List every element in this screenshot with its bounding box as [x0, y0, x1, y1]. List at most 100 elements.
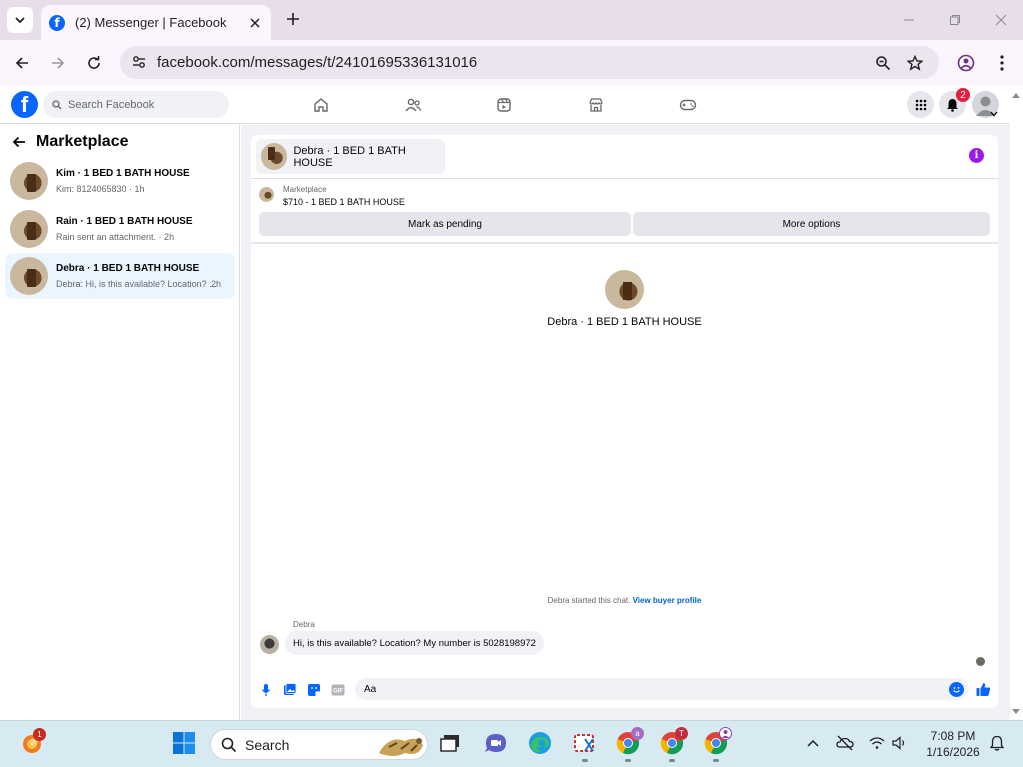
info-icon[interactable]: i — [969, 148, 984, 163]
marketplace-icon[interactable] — [583, 94, 609, 116]
conversation-name: Rain · 1 BED 1 BATH HOUSE — [56, 216, 193, 227]
facebook-search-input[interactable]: Search Facebook — [43, 91, 229, 118]
gaming-icon[interactable] — [675, 94, 701, 116]
tab-title: (2) Messenger | Facebook — [75, 15, 227, 30]
back-arrow-icon[interactable] — [12, 135, 26, 149]
conversation-item-rain[interactable]: Rain · 1 BED 1 BATH HOUSE Rain sent an a… — [5, 206, 235, 252]
contact-profile-name: Debra · 1 BED 1 BATH HOUSE — [547, 316, 702, 328]
browser-tab-active[interactable]: f (2) Messenger | Facebook — [41, 5, 271, 40]
conversation-item-debra[interactable]: Debra · 1 BED 1 BATH HOUSE Debra: Hi, is… — [5, 253, 235, 299]
conversation-name: Kim · 1 BED 1 BATH HOUSE — [56, 168, 190, 179]
edge-browser-icon[interactable] — [527, 730, 553, 756]
minimize-icon — [904, 19, 914, 21]
back-button[interactable] — [9, 50, 35, 76]
search-icon — [52, 99, 62, 109]
friends-icon[interactable] — [400, 94, 426, 116]
message-sender-name: Debra — [293, 620, 315, 629]
reload-icon — [88, 56, 100, 69]
gif-icon[interactable]: GIF — [330, 682, 345, 697]
account-chevron-icon — [990, 111, 998, 117]
more-options-button[interactable]: More options — [633, 212, 990, 236]
conversation-item-kim[interactable]: Kim · 1 BED 1 BATH HOUSE Kim: 8124065830… — [5, 158, 235, 204]
like-thumbs-up-icon[interactable] — [975, 681, 992, 698]
microphone-icon[interactable] — [258, 682, 273, 697]
plus-icon — [287, 13, 299, 25]
address-bar[interactable]: facebook.com/messages/t/2410169533613101… — [120, 46, 939, 79]
chrome-profile-t-badge: T — [675, 727, 688, 740]
taskbar-clock[interactable]: 7:08 PM 1/16/2026 — [918, 728, 988, 760]
scroll-down-icon[interactable] — [1011, 708, 1021, 716]
chrome-profile-main-badge-icon — [719, 727, 732, 740]
teams-meet-icon[interactable] — [483, 730, 509, 756]
running-indicator — [625, 759, 631, 762]
conversation-time: 2h — [210, 279, 221, 289]
outlook-badge: 1 — [33, 728, 46, 741]
page-scrollbar[interactable] — [1010, 86, 1023, 720]
emoji-icon[interactable] — [949, 682, 964, 697]
seen-indicator-avatar — [976, 657, 985, 666]
chat-started-text: Debra started this chat. — [547, 596, 631, 605]
close-window-button[interactable] — [988, 8, 1014, 32]
home-icon[interactable] — [308, 94, 334, 116]
listing-thumbnail — [10, 257, 48, 295]
close-tab-icon[interactable] — [247, 15, 263, 31]
show-hidden-icons-chevron-icon[interactable] — [800, 730, 826, 756]
chat-header-contact[interactable]: Debra · 1 BED 1 BATH HOUSE — [256, 139, 445, 174]
message-composer[interactable] — [355, 678, 969, 700]
menu-grid-icon[interactable] — [907, 91, 934, 118]
snipping-tool-icon[interactable] — [572, 730, 598, 756]
svg-text:GIF: GIF — [333, 688, 343, 694]
reload-button[interactable] — [81, 50, 107, 76]
scroll-up-icon[interactable] — [1011, 91, 1021, 99]
listing-title-price[interactable]: $710 - 1 BED 1 BATH HOUSE — [283, 197, 405, 207]
contact-profile-picture[interactable] — [605, 270, 644, 309]
marketplace-label: Marketplace — [283, 185, 327, 194]
site-settings-icon[interactable] — [128, 51, 150, 73]
restore-window-button[interactable] — [942, 8, 968, 32]
mark-as-pending-button[interactable]: Mark as pending — [259, 212, 631, 236]
clock-time: 7:08 PM — [930, 729, 976, 743]
taskbar-search-label: Search — [245, 736, 290, 753]
browser-menu-icon[interactable] — [989, 50, 1015, 76]
notifications-badge: 2 — [956, 88, 970, 102]
sticker-icon[interactable] — [306, 682, 321, 697]
view-buyer-profile-link[interactable]: View buyer profile — [633, 596, 702, 605]
notification-center-bell-icon[interactable] — [984, 730, 1010, 756]
listing-thumbnail — [10, 162, 48, 200]
taskbar-search-box[interactable]: Search — [210, 729, 428, 760]
listing-mini-thumbnail — [259, 187, 274, 202]
facebook-header: f Search Facebook — [0, 86, 1010, 124]
chrome-profile-a-badge: a — [631, 727, 644, 740]
profile-icon[interactable] — [953, 50, 979, 76]
conversation-snippet: Kim: 8124065830 · 1h — [56, 184, 145, 194]
search-highlight-illustration-icon — [379, 738, 423, 756]
panel-title: Marketplace — [36, 133, 129, 150]
listing-thumbnail — [10, 210, 48, 248]
tab-search-dropdown-button[interactable] — [7, 7, 33, 33]
running-indicator — [713, 759, 719, 762]
message-input[interactable] — [364, 683, 924, 695]
search-placeholder: Search Facebook — [68, 98, 155, 111]
running-indicator — [582, 759, 588, 762]
onedrive-offline-icon[interactable] — [832, 730, 858, 756]
photo-icon[interactable] — [282, 682, 297, 697]
running-indicator — [669, 759, 675, 762]
new-tab-button[interactable] — [282, 8, 304, 30]
volume-icon[interactable] — [887, 730, 913, 756]
conversation-snippet: Rain sent an attachment. · 2h — [56, 232, 175, 242]
minimize-window-button[interactable] — [896, 8, 922, 32]
forward-button[interactable] — [45, 50, 71, 76]
message-bubble[interactable]: Hi, is this available? Location? My numb… — [285, 631, 544, 655]
bookmark-star-icon[interactable] — [904, 52, 926, 74]
divider — [251, 178, 998, 179]
video-icon[interactable] — [491, 94, 517, 116]
zoom-icon[interactable] — [872, 52, 894, 74]
windows-start-icon[interactable] — [171, 730, 197, 756]
task-view-icon[interactable] — [437, 730, 463, 756]
clock-date: 1/16/2026 — [926, 745, 980, 759]
close-icon — [995, 14, 1007, 26]
marketplace-header: Marketplace — [12, 133, 129, 151]
facebook-logo-icon[interactable]: f — [11, 91, 38, 118]
chat-header-thumbnail — [261, 143, 288, 170]
sender-avatar[interactable] — [260, 635, 279, 654]
